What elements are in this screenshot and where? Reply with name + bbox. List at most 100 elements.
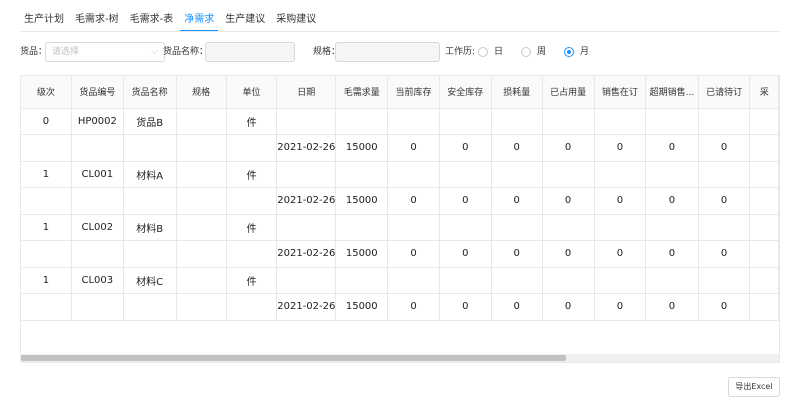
table-cell bbox=[594, 108, 647, 135]
horizontal-scrollbar[interactable] bbox=[21, 354, 779, 362]
table-cell bbox=[21, 293, 72, 321]
table-row[interactable]: 1 CL001 材料A 件 bbox=[21, 161, 779, 188]
table-cell: 0 bbox=[491, 187, 543, 215]
table-cell bbox=[176, 214, 227, 241]
table-cell: 0 bbox=[645, 240, 699, 268]
table-cell: 材料B bbox=[123, 214, 177, 241]
table-cell: 0 bbox=[439, 187, 492, 215]
table-row[interactable]: 1 CL002 材料B 件 bbox=[21, 214, 779, 241]
table-row[interactable]: 2021-02-26 15000 0 0 0 0 0 0 0 bbox=[21, 293, 779, 321]
goods-name-input[interactable] bbox=[205, 42, 295, 62]
table-cell: 0 bbox=[491, 134, 543, 162]
table-cell bbox=[71, 134, 124, 162]
table-cell: 15000 bbox=[335, 240, 389, 268]
goods-label: 货品： bbox=[20, 47, 48, 57]
column-header: 已占用量 bbox=[542, 76, 595, 109]
table-row[interactable]: 1 CL003 材料C 件 bbox=[21, 267, 779, 294]
column-header: 日期 bbox=[276, 76, 337, 109]
tab-purchase-suggestion[interactable]: 采购建议 bbox=[272, 10, 320, 32]
tab-gross-demand-tree[interactable]: 毛需求-树 bbox=[71, 10, 123, 32]
table-cell: 件 bbox=[226, 108, 278, 135]
radio-month[interactable] bbox=[564, 47, 574, 57]
table-cell: CL002 bbox=[71, 214, 124, 241]
column-header: 规格 bbox=[176, 76, 227, 109]
chevron-down-icon: ⌵ bbox=[151, 47, 158, 57]
table-row[interactable]: 2021-02-26 15000 0 0 0 0 0 0 0 bbox=[21, 134, 779, 162]
column-header: 当前库存 bbox=[387, 76, 440, 109]
radio-day[interactable] bbox=[478, 47, 488, 57]
calendar-label: 工作历: bbox=[445, 47, 476, 57]
table-cell bbox=[749, 267, 779, 294]
table-cell bbox=[71, 240, 124, 268]
table-cell bbox=[491, 214, 543, 241]
table-cell: 件 bbox=[226, 161, 278, 188]
table-cell: HP0002 bbox=[71, 108, 124, 135]
table-row[interactable]: 2021-02-26 15000 0 0 0 0 0 0 0 bbox=[21, 187, 779, 215]
tab-divider bbox=[20, 31, 780, 32]
export-excel-button[interactable]: 导出Excel bbox=[728, 377, 780, 397]
table-cell bbox=[276, 267, 337, 294]
column-header: 货品编号 bbox=[71, 76, 124, 109]
table-cell: 15000 bbox=[335, 293, 389, 321]
table-cell: 0 bbox=[542, 240, 595, 268]
table-cell bbox=[749, 293, 779, 321]
table-cell bbox=[542, 108, 595, 135]
column-header: 安全库存 bbox=[439, 76, 492, 109]
radio-week[interactable] bbox=[521, 47, 531, 57]
table-cell bbox=[542, 267, 595, 294]
table-cell bbox=[21, 134, 72, 162]
table-cell bbox=[21, 240, 72, 268]
column-header: 采 bbox=[749, 76, 779, 109]
table-cell bbox=[698, 267, 751, 294]
table-cell bbox=[749, 240, 779, 268]
table-cell: 1 bbox=[21, 214, 72, 241]
table-cell: 货品B bbox=[123, 108, 177, 135]
table-cell: CL003 bbox=[71, 267, 124, 294]
table-cell bbox=[335, 214, 389, 241]
net-demand-table: 级次 货品编号 货品名称 规格 单位 日期 毛需求量 当前库存 安全库存 损耗量 已占用量 销售在订超… bbox=[20, 75, 780, 363]
table-cell bbox=[123, 293, 177, 321]
column-header: 已请待订 bbox=[698, 76, 751, 109]
table-cell bbox=[491, 108, 543, 135]
table-cell: 0 bbox=[645, 293, 699, 321]
table-cell bbox=[594, 214, 647, 241]
table-cell bbox=[176, 240, 227, 268]
table-cell: 0 bbox=[542, 134, 595, 162]
column-header: 损耗量 bbox=[491, 76, 543, 109]
table-cell: 0 bbox=[594, 134, 647, 162]
table-cell bbox=[176, 187, 227, 215]
tab-gross-demand-table[interactable]: 毛需求-表 bbox=[126, 10, 178, 32]
table-cell bbox=[698, 108, 751, 135]
table-cell bbox=[698, 161, 751, 188]
tab-bar: 生产计划 毛需求-树 毛需求-表 净需求 生产建议 采购建议 bbox=[20, 10, 323, 32]
table-cell bbox=[176, 161, 227, 188]
table-cell: 0 bbox=[21, 108, 72, 135]
tab-production-suggestion[interactable]: 生产建议 bbox=[221, 10, 269, 32]
table-cell bbox=[335, 267, 389, 294]
goods-select[interactable]: 请选择 ⌵ bbox=[45, 42, 165, 62]
table-cell bbox=[645, 214, 699, 241]
spec-input[interactable] bbox=[335, 42, 440, 62]
column-header: 毛需求量 bbox=[335, 76, 389, 109]
table-cell bbox=[387, 267, 440, 294]
table-cell bbox=[594, 267, 647, 294]
table-cell: 件 bbox=[226, 267, 278, 294]
tab-production-plan[interactable]: 生产计划 bbox=[20, 10, 68, 32]
table-cell: 0 bbox=[491, 240, 543, 268]
table-cell bbox=[335, 108, 389, 135]
scrollbar-thumb[interactable] bbox=[21, 355, 566, 361]
table-row[interactable]: 2021-02-26 15000 0 0 0 0 0 0 0 bbox=[21, 240, 779, 268]
table-cell: 0 bbox=[387, 134, 440, 162]
table-cell bbox=[542, 161, 595, 188]
table-cell bbox=[749, 161, 779, 188]
tab-net-demand[interactable]: 净需求 bbox=[180, 10, 219, 32]
table-cell: 2021-02-26 bbox=[276, 187, 337, 215]
table-cell bbox=[645, 267, 699, 294]
table-cell bbox=[276, 108, 337, 135]
table-cell: 0 bbox=[439, 134, 492, 162]
table-cell bbox=[276, 161, 337, 188]
table-cell bbox=[645, 161, 699, 188]
table-cell bbox=[749, 187, 779, 215]
table-row[interactable]: 0 HP0002 货品B 件 bbox=[21, 108, 779, 135]
goods-placeholder: 请选择 bbox=[52, 47, 80, 57]
